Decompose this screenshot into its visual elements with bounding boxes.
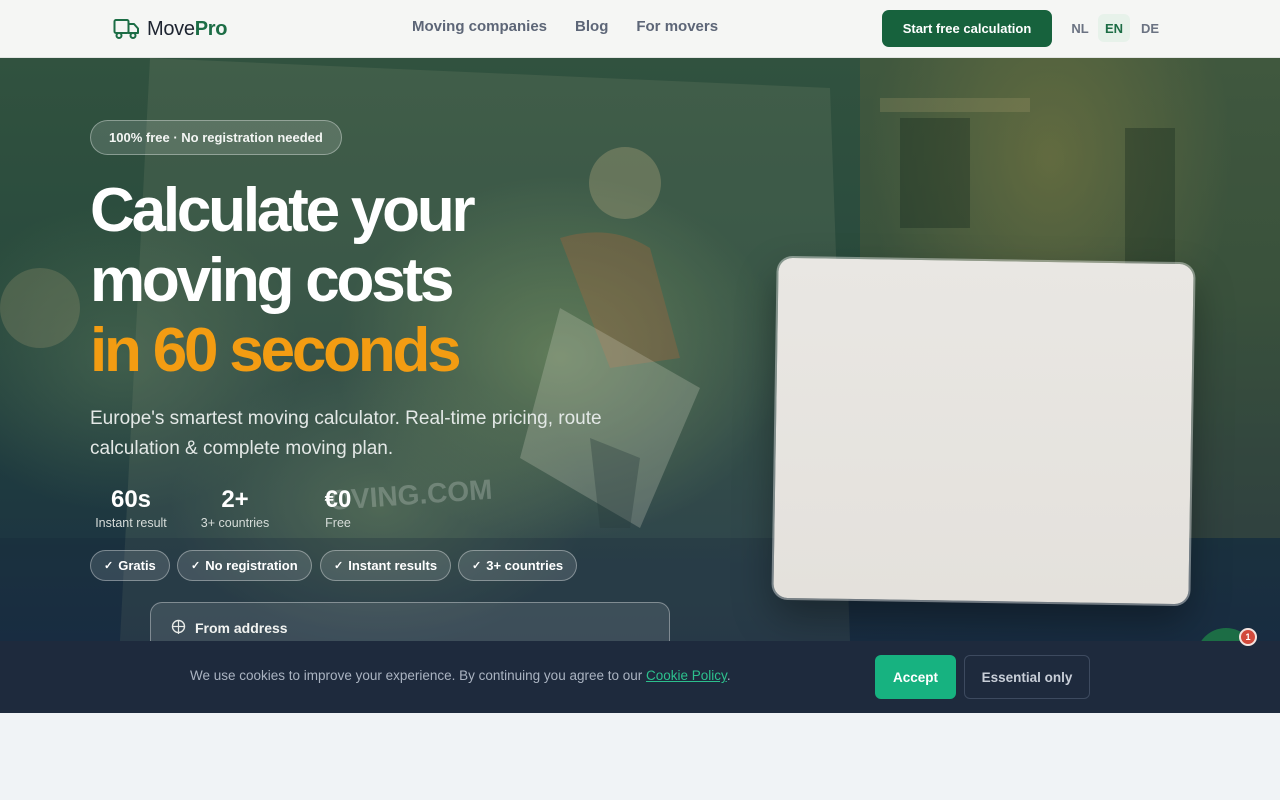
check-icon: ✓ (191, 560, 201, 572)
hero-title: Calculate your moving costs in 60 second… (90, 176, 476, 386)
nav-moving-companies[interactable]: Moving companies (412, 18, 547, 35)
logo[interactable]: MovePro (113, 16, 227, 42)
lang-de-button[interactable]: DE (1134, 14, 1166, 42)
stat-value: 60s (110, 486, 152, 513)
top-navbar: MovePro Moving companies Blog For movers… (0, 0, 1280, 58)
start-free-calculation-button[interactable]: Start free calculation (882, 10, 1052, 47)
hero-title-accent: in 60 seconds (90, 316, 462, 385)
logo-text: MovePro (147, 17, 228, 40)
chat-notification-badge: 1 (1239, 628, 1257, 646)
hero-title-line1: Calculate your (90, 176, 476, 245)
essential-only-button[interactable]: Essential only (964, 655, 1090, 699)
stat-countries: 2+ 3+ countries (194, 486, 276, 530)
chip-instant-results: ✓ Instant results (320, 550, 452, 581)
stat-value: €0 (324, 486, 352, 513)
lang-en-button[interactable]: EN (1098, 14, 1130, 42)
check-icon: ✓ (104, 560, 114, 572)
stat-instant-result: 60s Instant result (90, 486, 172, 530)
free-badge: 100% free · No registration needed (90, 120, 342, 155)
from-address-label: From address (171, 619, 288, 636)
check-icon: ✓ (334, 560, 344, 572)
from-address-field[interactable]: From address (150, 602, 670, 641)
stat-free: €0 Free (310, 486, 366, 530)
chip-no-registration: ✓ No registration (177, 550, 312, 581)
cookie-message: We use cookies to improve your experienc… (190, 668, 731, 683)
check-icon: ✓ (472, 560, 482, 572)
hero-subtitle: Europe's smartest moving calculator. Rea… (90, 408, 602, 459)
nav-blog[interactable]: Blog (575, 18, 608, 35)
chip-countries: ✓ 3+ countries (458, 550, 578, 581)
cookie-banner: We use cookies to improve your experienc… (0, 641, 1280, 713)
hero-title-line2: moving costs (90, 246, 454, 315)
stat-label: Free (325, 516, 351, 530)
hero-section: OVING.COM 100% free · No registration ne… (0, 58, 1280, 641)
cookie-policy-link[interactable]: Cookie Policy (646, 668, 727, 683)
stat-label: 3+ countries (200, 516, 270, 530)
stat-value: 2+ (221, 486, 249, 513)
nav-for-movers[interactable]: For movers (636, 18, 718, 35)
lang-nl-button[interactable]: NL (1064, 14, 1096, 42)
truck-icon (113, 19, 139, 39)
accept-cookies-button[interactable]: Accept (875, 655, 956, 699)
calculator-preview-card (773, 257, 1194, 605)
map-pin-icon (171, 619, 186, 634)
chip-gratis: ✓ Gratis (90, 550, 170, 581)
stat-label: Instant result (95, 516, 167, 530)
main-nav: Moving companies Blog For movers (412, 18, 718, 35)
